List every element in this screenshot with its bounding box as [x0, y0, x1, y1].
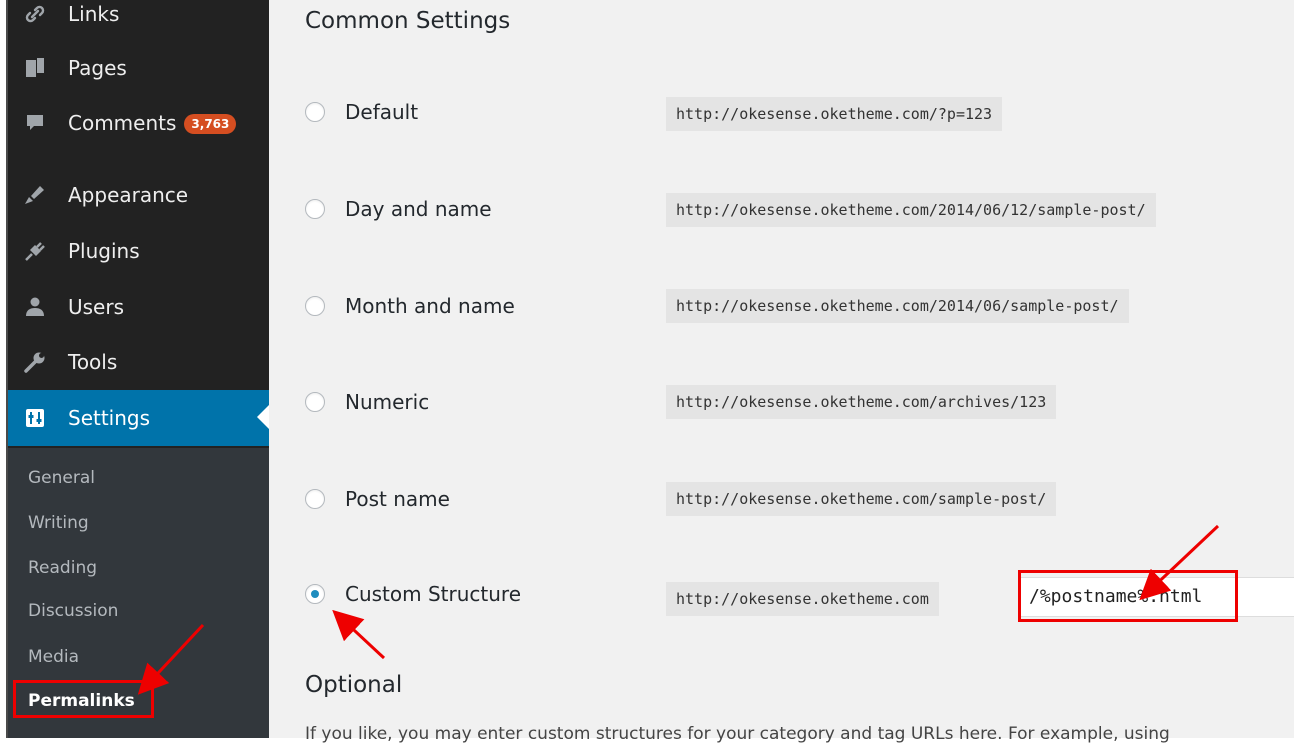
option-label: Post name: [345, 487, 450, 511]
comments-count-badge: 3,763: [184, 114, 237, 134]
users-icon: [22, 294, 48, 320]
common-settings-heading: Common Settings: [305, 8, 511, 34]
option-label: Month and name: [345, 294, 515, 318]
wrench-icon: [22, 349, 48, 375]
radio-day-and-name[interactable]: [305, 199, 325, 219]
menu-label: Comments: [68, 111, 177, 135]
url-example-default: http://okesense.oketheme.com/?p=123: [666, 97, 1003, 131]
radio-custom-structure[interactable]: [305, 584, 325, 604]
comments-icon: [22, 110, 48, 136]
brush-icon: [22, 182, 48, 208]
option-day-and-name[interactable]: Day and name: [305, 192, 492, 226]
url-example-post-name: http://okesense.oketheme.com/sample-post…: [666, 482, 1057, 516]
menu-item-plugins[interactable]: Plugins: [8, 223, 269, 279]
option-post-name[interactable]: Post name: [305, 482, 450, 516]
menu-item-appearance[interactable]: Appearance: [8, 167, 269, 223]
option-label: Default: [345, 100, 419, 124]
optional-description: If you like, you may enter custom struct…: [305, 724, 1170, 744]
permalinks-highlight-box: [13, 680, 154, 718]
url-example-month-and-name: http://okesense.oketheme.com/2014/06/sam…: [666, 289, 1129, 323]
menu-label: Settings: [68, 406, 151, 430]
menu-item-links[interactable]: Links: [8, 0, 269, 42]
radio-default[interactable]: [305, 102, 325, 122]
submenu-discussion[interactable]: Discussion: [28, 601, 118, 621]
menu-item-comments[interactable]: Comments 3,763: [8, 95, 269, 151]
menu-label: Links: [68, 2, 120, 26]
optional-heading: Optional: [305, 672, 403, 698]
permalink-settings-panel: Common Settings Default http://okesense.…: [269, 0, 1294, 744]
pages-icon: [22, 55, 48, 81]
radio-month-and-name[interactable]: [305, 296, 325, 316]
window-edge: [0, 0, 8, 738]
menu-label: Appearance: [68, 183, 189, 207]
url-example-day-and-name: http://okesense.oketheme.com/2014/06/12/…: [666, 193, 1156, 227]
menu-label: Tools: [68, 350, 118, 374]
menu-label: Users: [68, 295, 125, 319]
url-example-numeric: http://okesense.oketheme.com/archives/12…: [666, 385, 1057, 419]
submenu-media[interactable]: Media: [28, 647, 79, 667]
radio-post-name[interactable]: [305, 489, 325, 509]
link-icon: [22, 1, 48, 27]
submenu-general[interactable]: General: [28, 468, 95, 488]
option-default[interactable]: Default: [305, 95, 418, 129]
plugin-icon: [22, 238, 48, 264]
option-label: Day and name: [345, 197, 492, 221]
url-example-custom-base: http://okesense.oketheme.com: [666, 582, 939, 616]
menu-item-tools[interactable]: Tools: [8, 334, 269, 390]
menu-item-pages[interactable]: Pages: [8, 40, 269, 96]
submenu-writing[interactable]: Writing: [28, 513, 89, 533]
option-numeric[interactable]: Numeric: [305, 385, 429, 419]
option-label: Numeric: [345, 390, 430, 414]
settings-icon: [22, 405, 48, 431]
radio-numeric[interactable]: [305, 392, 325, 412]
menu-label: Plugins: [68, 239, 140, 263]
option-label: Custom Structure: [345, 582, 522, 606]
option-custom-structure[interactable]: Custom Structure: [305, 577, 521, 611]
menu-label: Pages: [68, 56, 127, 80]
menu-item-users[interactable]: Users: [8, 279, 269, 335]
option-month-and-name[interactable]: Month and name: [305, 289, 515, 323]
submenu-reading[interactable]: Reading: [28, 558, 97, 578]
custom-input-highlight-box: [1018, 570, 1238, 622]
admin-sidebar: Links Pages Comments 3,763 Appearance Pl…: [8, 0, 270, 738]
menu-item-settings[interactable]: Settings: [8, 390, 270, 446]
